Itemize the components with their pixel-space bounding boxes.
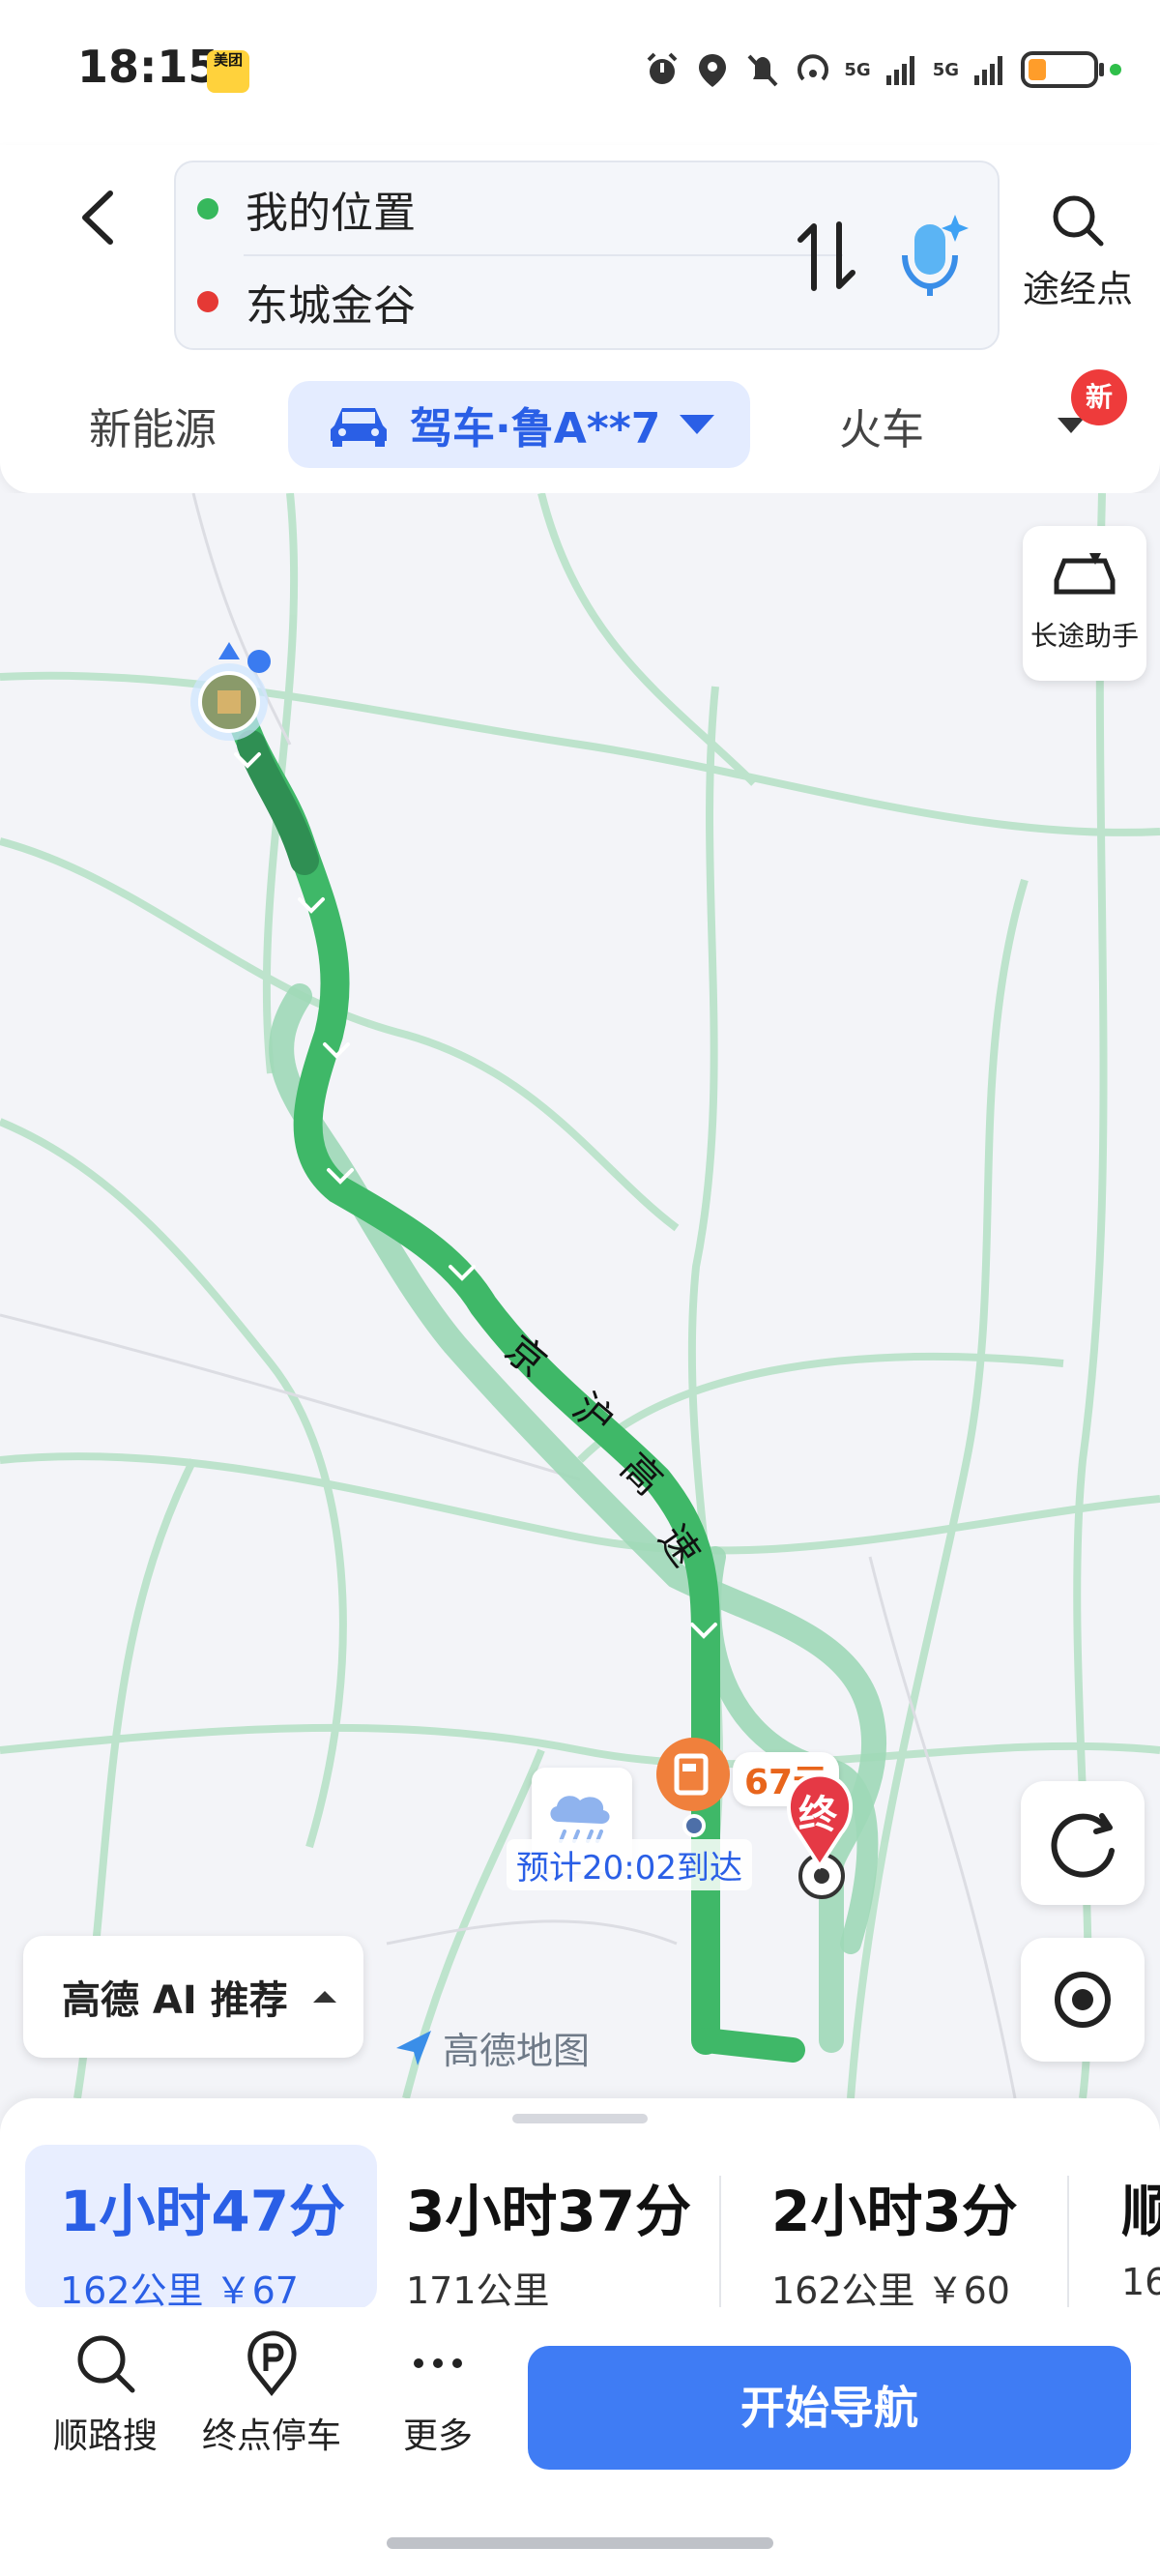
route-input-box: 我的位置 东城金谷	[174, 161, 1000, 350]
waypoint-button[interactable]: 途经点	[1015, 190, 1141, 315]
ai-recommend-label: 高德 AI 推荐	[62, 1978, 288, 2023]
parking-icon	[247, 2330, 297, 2397]
end-parking-button[interactable]: 终点停车	[199, 2328, 344, 2458]
refresh-button[interactable]	[1021, 1781, 1145, 1905]
route-option-time: 1小时47分	[60, 2179, 346, 2244]
back-arrow-icon[interactable]	[68, 184, 135, 251]
sheet-drag-handle[interactable]	[512, 2114, 648, 2123]
mute-bell-icon	[747, 54, 778, 87]
long-trip-assistant-button[interactable]: 长途助手	[1023, 526, 1146, 681]
option-separator	[1067, 2176, 1069, 2311]
destination-row[interactable]: 东城金谷	[176, 255, 853, 348]
destination-pin-label: 终	[798, 1793, 837, 1837]
toll-gate-icon[interactable]	[653, 1735, 733, 1814]
hotspot-icon	[798, 54, 829, 81]
route-option-time: 顺	[1121, 2179, 1160, 2244]
route-option-3[interactable]: 2小时3分 162公里 ￥60	[771, 2145, 1081, 2312]
route-option-1[interactable]: 1小时47分 162公里 ￥67	[25, 2145, 377, 2312]
battery-icon	[1021, 51, 1104, 88]
destination-pin[interactable]: 终	[779, 1766, 860, 1870]
origin-text: 我的位置	[246, 189, 416, 238]
more-label: 更多	[402, 2416, 473, 2456]
tab-drive[interactable]: 驾车·鲁A**7	[288, 381, 750, 468]
status-icons: 5G 5G	[643, 43, 1121, 97]
alarm-icon	[647, 52, 678, 84]
long-trip-label: 长途助手	[1030, 620, 1139, 652]
long-trip-car-icon	[1054, 553, 1116, 595]
tab-new-energy[interactable]: 新能源	[89, 395, 217, 456]
tab-train[interactable]: 火车	[839, 395, 924, 456]
signal-bars-icon-2	[974, 56, 1002, 85]
voice-assistant-icon[interactable]	[891, 207, 974, 304]
search-icon	[77, 2335, 135, 2393]
amap-logo: 高德地图	[392, 2021, 590, 2074]
search-icon	[1053, 195, 1104, 247]
refresh-icon	[1051, 1813, 1115, 1878]
route-option-2[interactable]: 3小时37分 171公里	[406, 2145, 715, 2312]
chevron-up-icon	[312, 1991, 336, 2003]
start-navigation-button[interactable]: 开始导航	[528, 2346, 1131, 2470]
search-along-label: 顺路搜	[52, 2416, 158, 2456]
ai-recommend-button[interactable]: 高德 AI 推荐	[23, 1936, 363, 2058]
locate-me-button[interactable]	[1021, 1938, 1145, 2062]
swap-icon[interactable]	[783, 213, 870, 300]
route-option-time: 3小时37分	[406, 2179, 692, 2244]
more-button[interactable]: 更多	[365, 2328, 510, 2458]
origin-dot	[197, 198, 218, 220]
meituan-app-badge: 美团	[207, 50, 249, 93]
destination-text: 东城金谷	[246, 281, 416, 331]
new-badge: 新	[1071, 369, 1127, 425]
destination-dot	[197, 291, 218, 312]
route-option-meta: 162公里 ￥67	[60, 2269, 299, 2312]
tab-drive-label: 驾车·鲁A**7	[410, 404, 661, 454]
end-parking-label: 终点停车	[201, 2416, 341, 2456]
chevron-down-icon	[680, 415, 715, 434]
route-option-time: 2小时3分	[771, 2179, 1018, 2244]
home-indicator[interactable]	[387, 2537, 773, 2549]
eta-label: 预计20:02到达	[507, 1839, 752, 1890]
amap-logo-icon	[396, 2030, 431, 2065]
car-icon	[331, 408, 387, 447]
start-location-avatar[interactable]	[186, 638, 273, 754]
sim2-label: 5G	[932, 59, 959, 80]
more-dots-icon	[414, 2358, 462, 2368]
locate-icon	[1055, 1972, 1111, 2028]
origin-row[interactable]: 我的位置	[176, 162, 853, 255]
privacy-dot	[1110, 64, 1121, 75]
route-option-meta: 16	[1121, 2261, 1160, 2303]
signal-bars-icon	[885, 56, 914, 85]
route-option-meta: 171公里	[406, 2269, 550, 2312]
amap-logo-text: 高德地图	[443, 2030, 591, 2072]
waypoint-label: 途经点	[1022, 268, 1133, 310]
location-icon	[699, 54, 727, 87]
sim1-label: 5G	[844, 59, 871, 80]
route-option-4[interactable]: 顺 16	[1121, 2145, 1160, 2309]
option-separator	[719, 2176, 721, 2311]
status-time: 18:15	[77, 41, 219, 93]
route-option-meta: 162公里 ￥60	[771, 2269, 1010, 2312]
search-along-route-button[interactable]: 顺路搜	[33, 2328, 178, 2458]
